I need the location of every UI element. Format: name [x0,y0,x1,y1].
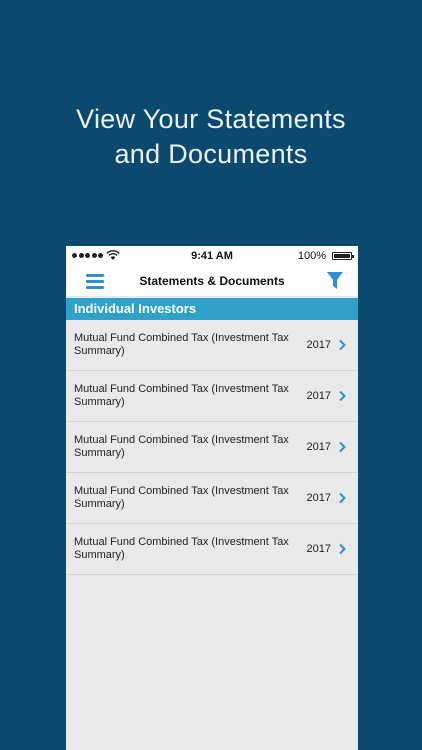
chevron-right-icon [339,543,346,555]
battery-percentage: 100% [297,250,326,262]
promo-headline-line-2: and Documents [114,139,308,169]
promo-headline: View Your Statements and Documents [0,102,422,172]
chevron-right-icon [339,339,346,351]
status-bar: 9:41 AM 100% [66,246,358,266]
document-row[interactable]: Mutual Fund Combined Tax (Investment Tax… [66,422,358,473]
document-year: 2017 [306,339,331,351]
document-title: Mutual Fund Combined Tax (Investment Tax… [74,536,289,561]
document-year: 2017 [306,441,331,453]
document-title: Mutual Fund Combined Tax (Investment Tax… [74,485,289,510]
document-row[interactable]: Mutual Fund Combined Tax (Investment Tax… [66,371,358,422]
document-year: 2017 [306,543,331,555]
phone-screen: 9:41 AM 100% Statements & Documents Indi… [66,246,358,750]
document-title: Mutual Fund Combined Tax (Investment Tax… [74,383,289,408]
page-title: Statements & Documents [139,274,285,288]
document-year: 2017 [306,390,331,402]
document-row[interactable]: Mutual Fund Combined Tax (Investment Tax… [66,473,358,524]
battery-icon [332,252,354,260]
document-title: Mutual Fund Combined Tax (Investment Tax… [74,332,289,357]
chevron-right-icon [339,492,346,504]
document-row[interactable]: Mutual Fund Combined Tax (Investment Tax… [66,320,358,371]
filter-icon[interactable] [326,271,344,291]
promo-headline-line-1: View Your Statements [76,104,346,134]
document-title: Mutual Fund Combined Tax (Investment Tax… [74,434,289,459]
chevron-right-icon [339,441,346,453]
chevron-right-icon [339,390,346,402]
navigation-bar: Statements & Documents [66,266,358,296]
document-year: 2017 [306,492,331,504]
section-header: Individual Investors [66,298,358,320]
document-row[interactable]: Mutual Fund Combined Tax (Investment Tax… [66,524,358,575]
document-list: Mutual Fund Combined Tax (Investment Tax… [66,320,358,575]
